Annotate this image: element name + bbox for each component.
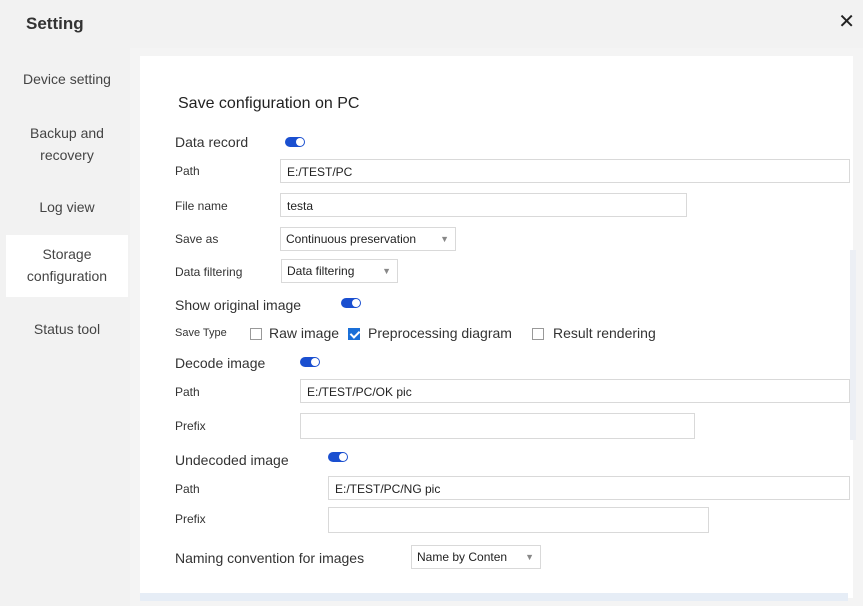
sidebar-item-label: Status tool <box>33 321 101 337</box>
settings-dialog: Setting ✕ Device setting Backup and reco… <box>0 0 863 606</box>
sidebar-item-label: Device setting <box>23 71 111 87</box>
raw-image-checkbox[interactable] <box>250 328 262 340</box>
result-rendering-checkbox[interactable] <box>532 328 544 340</box>
decode-prefix-label: Prefix <box>175 419 206 433</box>
save-as-select[interactable]: Continuous preservation ▼ <box>280 227 456 251</box>
sidebar-item-label-line1: Backup and <box>30 125 104 141</box>
data-record-label: Data record <box>175 134 249 150</box>
path-label: Path <box>175 164 200 178</box>
preprocessing-diagram-checkbox[interactable] <box>348 328 360 340</box>
file-name-label: File name <box>175 199 228 213</box>
undecoded-path-label: Path <box>175 482 200 496</box>
undecoded-prefix-input[interactable] <box>328 507 709 533</box>
show-original-image-toggle[interactable] <box>341 298 361 308</box>
save-as-value: Continuous preservation <box>286 232 417 246</box>
data-filtering-value: Data filtering <box>287 264 355 278</box>
section-title: Save configuration on PC <box>178 95 360 112</box>
chevron-down-icon: ▼ <box>525 552 534 562</box>
sidebar-item-backup-recovery[interactable]: Backup and recovery <box>6 122 128 166</box>
undecoded-image-label: Undecoded image <box>175 452 289 468</box>
preprocessing-diagram-label: Preprocessing diagram <box>368 325 512 341</box>
decode-prefix-input[interactable] <box>300 413 695 439</box>
decode-path-label: Path <box>175 385 200 399</box>
file-name-input[interactable]: testa <box>280 193 687 217</box>
decode-image-label: Decode image <box>175 355 266 371</box>
raw-image-label: Raw image <box>269 325 340 341</box>
sidebar-item-storage-configuration[interactable]: Storage configuration <box>6 235 128 297</box>
data-filtering-select[interactable]: Data filtering ▼ <box>281 259 398 283</box>
undecoded-prefix-label: Prefix <box>175 512 206 526</box>
vertical-scrollbar[interactable] <box>850 250 856 440</box>
save-type-label: Save Type <box>175 327 227 339</box>
decode-image-toggle[interactable] <box>300 357 320 367</box>
sidebar: Device setting Backup and recovery Log v… <box>0 48 130 606</box>
close-icon[interactable]: ✕ <box>838 12 855 32</box>
chevron-down-icon: ▼ <box>440 234 449 244</box>
sidebar-item-label-line1: Storage <box>42 246 92 262</box>
sidebar-item-label-line2: configuration <box>26 268 108 284</box>
sidebar-item-label-line2: recovery <box>40 147 94 163</box>
path-input[interactable]: E:/TEST/PC <box>280 159 850 183</box>
data-record-toggle[interactable] <box>285 137 305 147</box>
sidebar-item-device-setting[interactable]: Device setting <box>6 68 128 90</box>
data-filtering-label: Data filtering <box>175 265 243 279</box>
title-bar: Setting ✕ <box>0 0 863 48</box>
decode-path-input[interactable]: E:/TEST/PC/OK pic <box>300 379 850 403</box>
result-rendering-label: Result rendering <box>553 325 656 341</box>
naming-convention-value: Name by Conten <box>417 550 508 564</box>
sidebar-item-label: Log view <box>39 199 95 215</box>
horizontal-scrollbar[interactable] <box>140 593 848 601</box>
chevron-down-icon: ▼ <box>382 266 391 276</box>
undecoded-path-input[interactable]: E:/TEST/PC/NG pic <box>328 476 850 500</box>
naming-convention-select[interactable]: Name by Conten ▼ <box>411 545 541 569</box>
save-as-label: Save as <box>175 232 219 246</box>
naming-convention-label: Naming convention for images <box>175 550 365 566</box>
sidebar-item-log-view[interactable]: Log view <box>6 196 128 218</box>
undecoded-image-toggle[interactable] <box>328 452 348 462</box>
show-original-image-label: Show original image <box>175 297 302 313</box>
sidebar-item-status-tool[interactable]: Status tool <box>6 318 128 340</box>
dialog-title: Setting <box>26 14 84 33</box>
